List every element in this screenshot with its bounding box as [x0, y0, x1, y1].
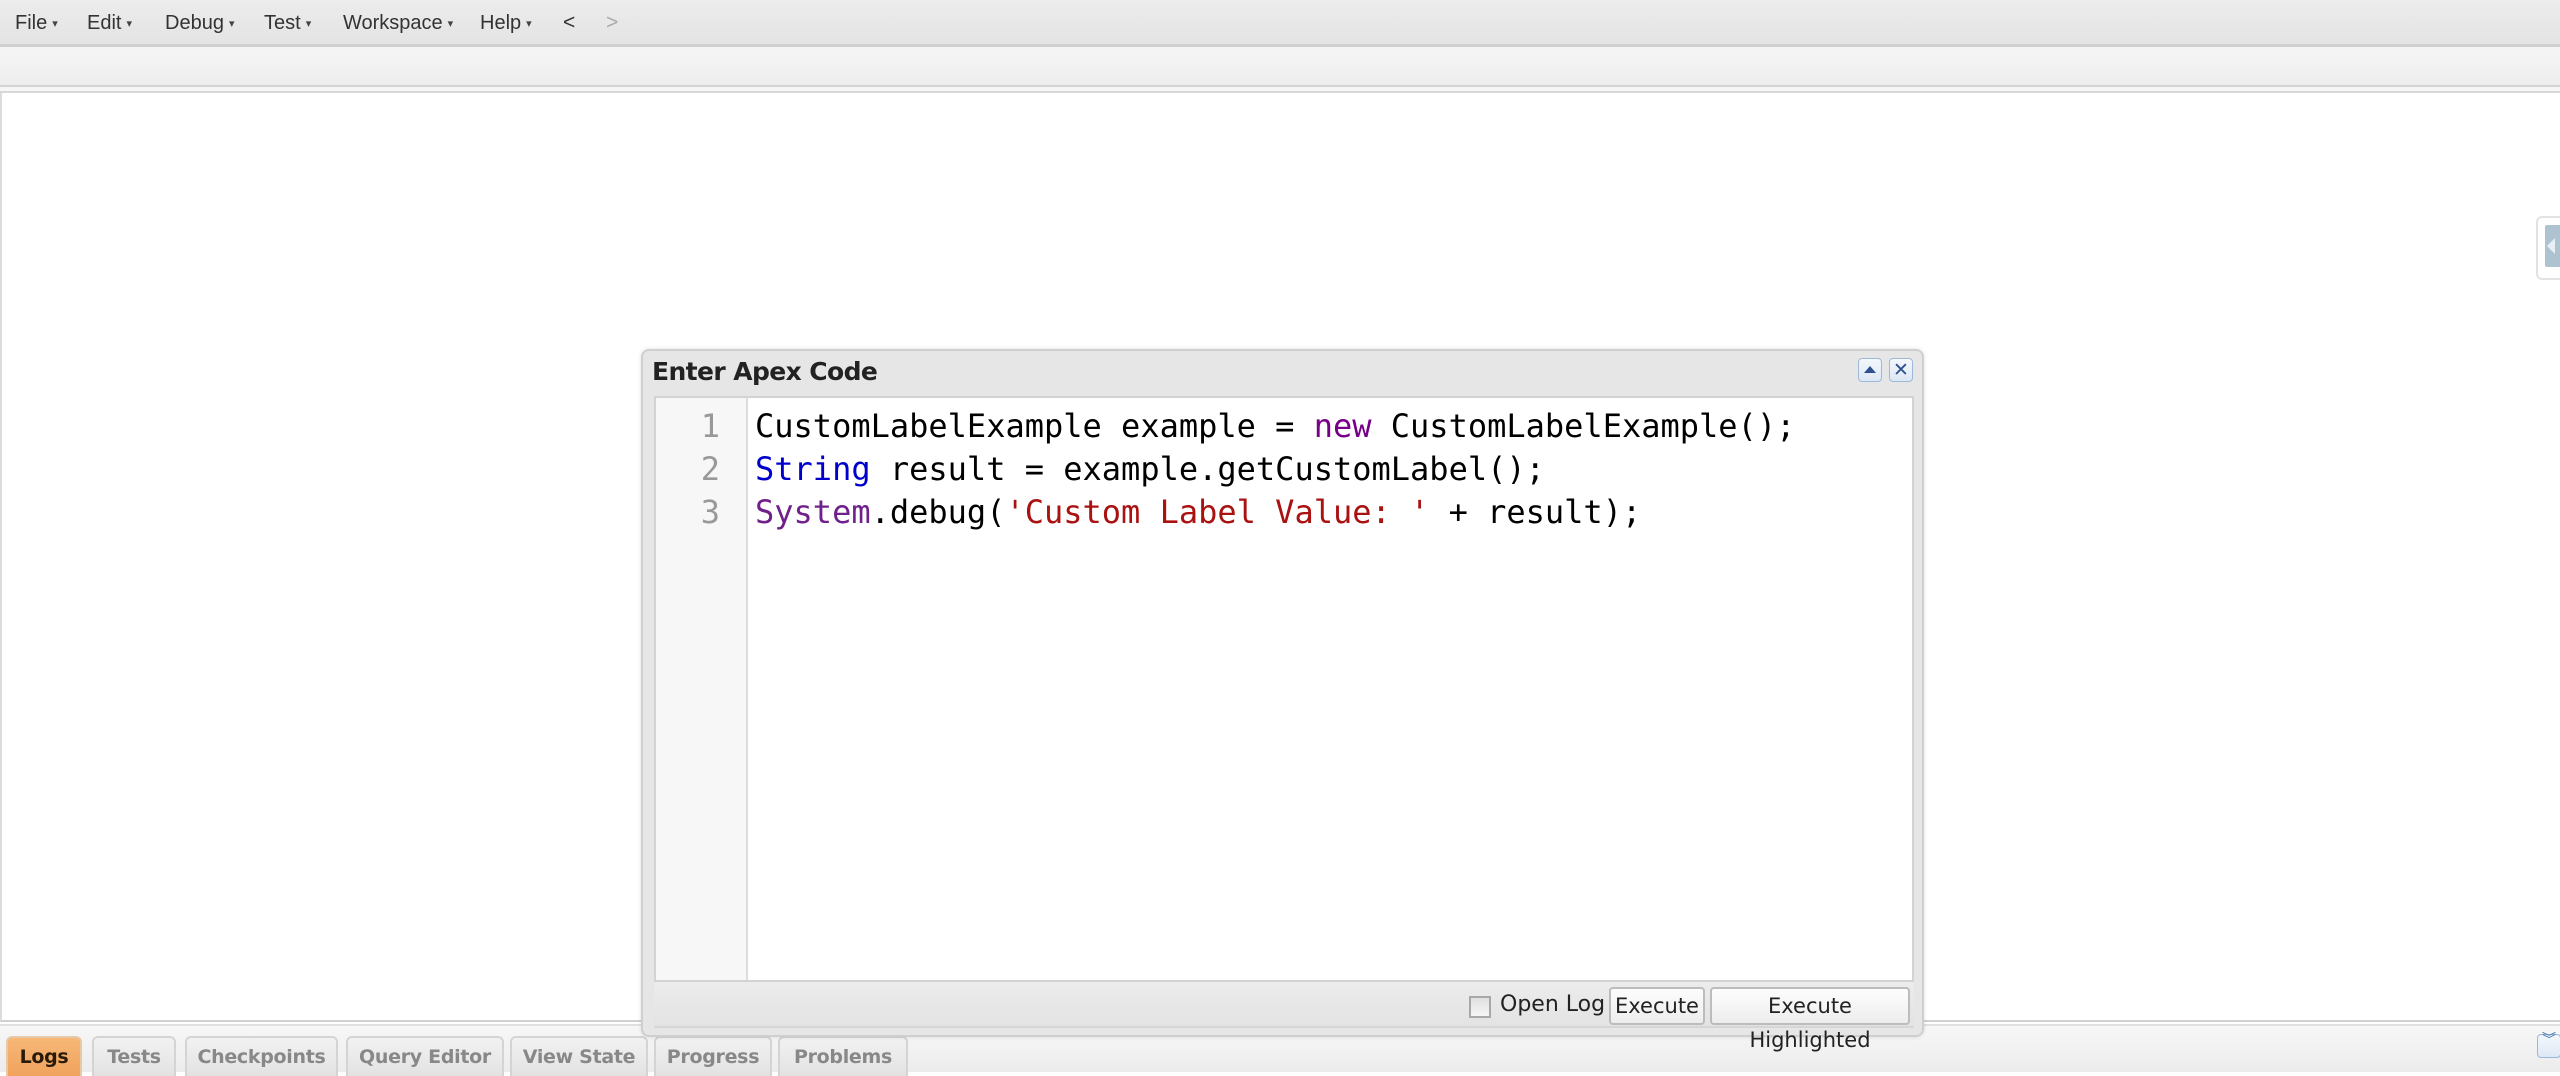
tab-logs[interactable]: Logs	[6, 1036, 82, 1076]
collapse-button[interactable]	[1858, 358, 1882, 382]
menu-help[interactable]: Help ▾	[480, 9, 532, 37]
code-editor[interactable]: 1 2 3 CustomLabelExample example = new C…	[654, 396, 1914, 982]
menu-test[interactable]: Test ▾	[264, 9, 311, 37]
caret-down-icon: ▾	[305, 18, 312, 30]
tab-query-editor[interactable]: Query Editor	[346, 1036, 504, 1076]
tab-problems[interactable]: Problems	[778, 1036, 908, 1076]
keyword-token: new	[1313, 407, 1372, 445]
caret-down-icon: ▾	[126, 18, 132, 30]
line-number: 1	[700, 407, 720, 445]
menu-test-label: Test	[264, 12, 301, 34]
caret-down-icon: ▾	[526, 18, 532, 30]
tab-view-state[interactable]: View State	[510, 1036, 648, 1076]
enter-apex-code-dialog: Enter Apex Code ✕ 1 2 3 CustomLabelExamp…	[641, 349, 1924, 1052]
code-line[interactable]: CustomLabelExample example = new CustomL…	[755, 405, 1795, 448]
open-log-checkbox[interactable]	[1469, 996, 1491, 1018]
code-token: CustomLabelExample();	[1371, 407, 1796, 445]
caret-down-icon: ▾	[447, 18, 454, 30]
line-number: 2	[700, 450, 720, 488]
code-token: + result);	[1429, 493, 1642, 531]
execute-highlighted-button[interactable]: Execute Highlighted	[1710, 987, 1910, 1052]
tab-tests[interactable]: Tests	[92, 1036, 176, 1076]
tab-checkpoints[interactable]: Checkpoints	[185, 1036, 338, 1076]
caret-down-icon: ▾	[228, 18, 235, 30]
double-chevron-down-icon: ︾	[2542, 1032, 2556, 1048]
menu-debug-label: Debug	[165, 12, 224, 34]
caret-down-icon: ▾	[52, 18, 58, 30]
menu-workspace-label: Workspace	[343, 12, 443, 34]
menu-file[interactable]: File ▾	[15, 9, 58, 37]
menu-edit[interactable]: Edit ▾	[87, 9, 132, 37]
string-literal-token: 'Custom Label Value: '	[1005, 493, 1430, 531]
menu-bar: File ▾ Edit ▾ Debug ▾ Test ▾ Workspace ▾ Help…	[0, 0, 2560, 47]
menu-debug[interactable]: Debug ▾	[165, 9, 234, 37]
menu-edit-label: Edit	[87, 12, 122, 34]
expand-panel-button[interactable]: ︾	[2537, 1032, 2560, 1058]
menu-file-label: File	[15, 12, 48, 34]
code-token: result = example.getCustomLabel();	[870, 450, 1545, 488]
back-button[interactable]: <	[563, 9, 575, 37]
close-button[interactable]: ✕	[1889, 358, 1913, 382]
code-line[interactable]: System.debug('Custom Label Value: ' + re…	[755, 491, 1641, 534]
type-token: String	[755, 450, 871, 488]
side-panel-toggle[interactable]	[2536, 216, 2560, 280]
close-icon: ✕	[1893, 359, 1909, 381]
line-number: 3	[700, 493, 720, 531]
code-line[interactable]: String result = example.getCustomLabel()…	[755, 448, 1545, 491]
dialog-footer: Open Log Execute Execute Highlighted	[654, 982, 1914, 1052]
toolbar	[0, 47, 2560, 87]
execute-button[interactable]: Execute	[1609, 987, 1705, 1025]
forward-button[interactable]: >	[606, 9, 618, 37]
dialog-title: Enter Apex Code	[652, 357, 878, 386]
line-number-gutter: 1 2 3	[656, 398, 748, 980]
open-log-label[interactable]: Open Log	[1500, 992, 1605, 1017]
menu-help-label: Help	[480, 12, 522, 34]
class-token: System	[755, 493, 871, 531]
menu-workspace[interactable]: Workspace ▾	[343, 9, 453, 37]
chevron-left-icon	[2545, 225, 2560, 267]
tab-progress[interactable]: Progress	[654, 1036, 772, 1076]
code-token: CustomLabelExample example =	[755, 407, 1314, 445]
code-token: .debug(	[870, 493, 1006, 531]
chevron-up-icon	[1864, 366, 1876, 373]
